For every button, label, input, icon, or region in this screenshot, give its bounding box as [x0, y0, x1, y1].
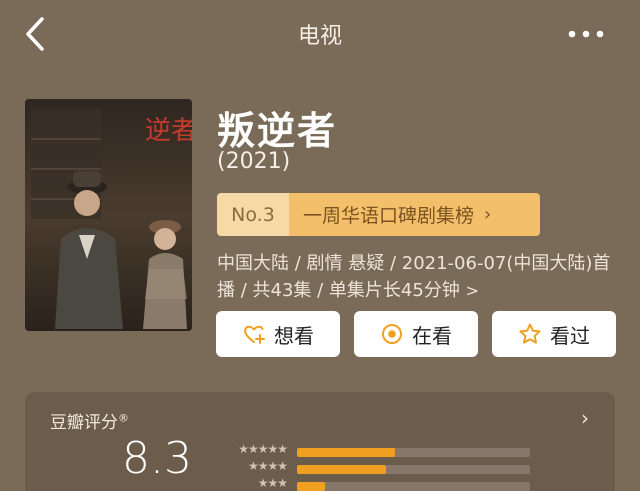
rating-score: 8.3: [122, 433, 192, 484]
rating-bar-track: [297, 448, 530, 457]
rating-bar-row: ★★★★: [225, 459, 535, 477]
rating-label-text: 豆瓣评分: [50, 413, 118, 433]
rating-bar-fill: [297, 482, 325, 491]
poster-image[interactable]: 逆者: [25, 99, 192, 331]
rating-card[interactable]: 豆瓣评分® › 8.3 ★★★★★ ★★★★ ★★★: [25, 392, 615, 491]
star-level-icon: ★★★★★: [238, 442, 288, 456]
meta-line-2: 播 / 共43集 / 单集片长45分钟 >: [217, 277, 617, 304]
heart-plus-icon: [244, 325, 265, 344]
registered-mark: ®: [118, 411, 129, 425]
more-options-button[interactable]: [566, 23, 606, 45]
meta-line-1: 中国大陆 / 剧情 悬疑 / 2021-06-07(中国大陆)首: [217, 253, 611, 274]
top-bar: 电视: [0, 0, 640, 70]
ranking-badge[interactable]: No.3 一周华语口碑剧集榜 ›: [217, 193, 540, 236]
chevron-right-icon: >: [465, 281, 479, 300]
want-to-watch-button[interactable]: 想看: [216, 311, 340, 357]
rating-bar-track: [297, 465, 530, 474]
rank-number: No.3: [217, 193, 289, 236]
movie-title: 叛逆者: [217, 109, 338, 153]
watched-label: 看过: [550, 323, 590, 348]
watching-label: 在看: [412, 323, 452, 348]
rating-bar-track: [297, 482, 530, 491]
rank-list-label: 一周华语口碑剧集榜: [303, 205, 475, 227]
star-level-icon: ★★★★: [247, 459, 288, 473]
star-outline-icon: [519, 323, 541, 344]
rating-bar-row: ★★★★★: [225, 442, 535, 460]
action-buttons: 想看 在看 看过: [216, 311, 616, 357]
rating-bar-fill: [297, 465, 386, 474]
watching-button[interactable]: 在看: [354, 311, 478, 357]
movie-meta-info[interactable]: 中国大陆 / 剧情 悬疑 / 2021-06-07(中国大陆)首 播 / 共43…: [217, 250, 617, 304]
want-to-watch-label: 想看: [274, 323, 314, 348]
rating-bar-fill: [297, 448, 395, 457]
poster-title-text: 逆者: [145, 116, 192, 146]
more-icon: [568, 30, 604, 38]
rating-bar-row: ★★★: [225, 476, 535, 491]
rating-distribution: ★★★★★ ★★★★ ★★★: [225, 442, 535, 491]
meta-line-2-text: 播 / 共43集 / 单集片长45分钟: [217, 280, 460, 301]
rating-label: 豆瓣评分®: [50, 408, 129, 433]
star-level-icon: ★★★: [257, 476, 288, 490]
page-title: 电视: [297, 24, 342, 49]
watched-button[interactable]: 看过: [492, 311, 616, 357]
chevron-right-icon: ›: [484, 204, 492, 225]
rank-list-name: 一周华语口碑剧集榜 ›: [289, 193, 540, 236]
movie-year: (2021): [217, 149, 291, 174]
target-circle-icon: [382, 324, 402, 344]
chevron-right-icon[interactable]: ›: [581, 406, 589, 430]
